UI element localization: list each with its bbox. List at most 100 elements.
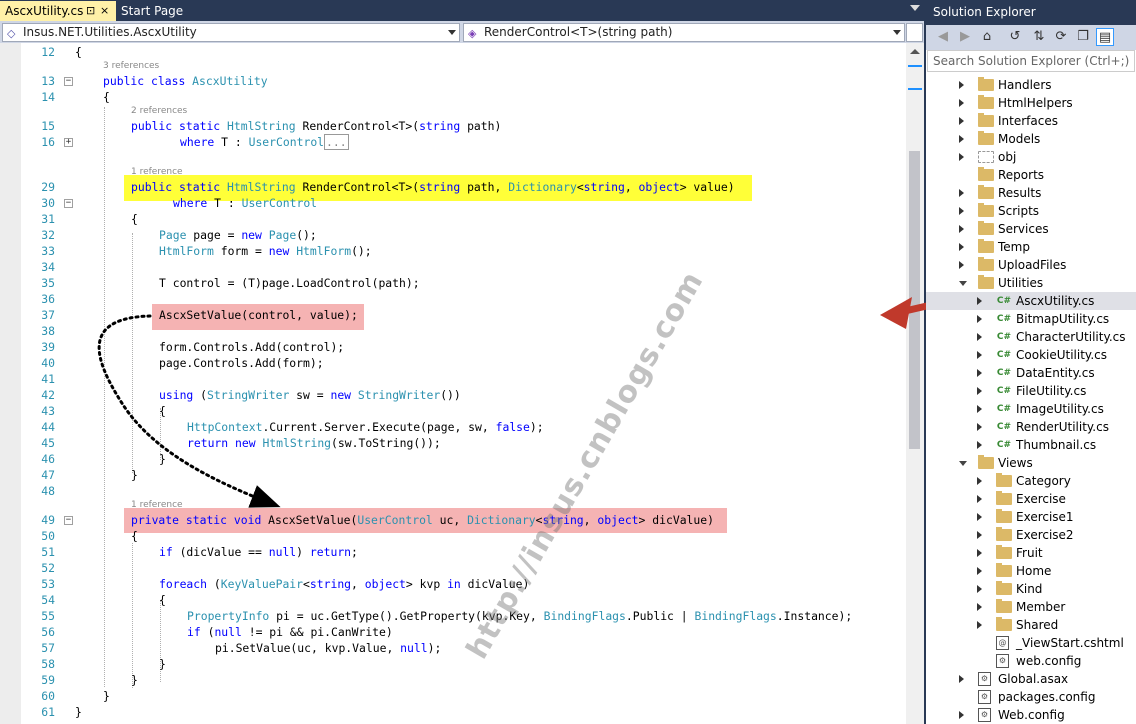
collapsed-arrow-icon[interactable] (977, 315, 982, 323)
show-all-files-icon[interactable]: ▤ (1096, 28, 1114, 46)
codelens-references[interactable]: 1 reference (131, 500, 183, 510)
collapsed-arrow-icon[interactable] (977, 369, 982, 377)
collapsed-arrow-icon[interactable] (959, 117, 964, 125)
forward-icon[interactable]: ▶ (956, 28, 974, 46)
tree-item-thumbnail-cs[interactable]: C# Thumbnail.cs (926, 436, 1136, 454)
collapsed-arrow-icon[interactable] (959, 135, 964, 143)
collapsed-arrow-icon[interactable] (959, 675, 964, 683)
pending-changes-icon[interactable]: ⇅ (1030, 28, 1048, 46)
tab-start-page[interactable]: Start Page (116, 1, 212, 21)
codelens-references[interactable]: 3 references (103, 61, 159, 71)
collapsed-arrow-icon[interactable] (959, 261, 964, 269)
tree-item-uploadfiles[interactable]: UploadFiles (926, 256, 1136, 274)
tree-item-interfaces[interactable]: Interfaces (926, 112, 1136, 130)
tree-item-ascxutility-cs[interactable]: C# AscxUtility.cs (926, 292, 1136, 310)
collapsed-arrow-icon[interactable] (959, 81, 964, 89)
close-icon[interactable]: × (100, 1, 109, 21)
collapse-toggle-icon[interactable]: − (64, 199, 73, 208)
tab-ascxutility[interactable]: AscxUtility.cs ⊡ × (0, 1, 116, 21)
tree-item-utilities[interactable]: Utilities (926, 274, 1136, 292)
collapsed-arrow-icon[interactable] (959, 243, 964, 251)
collapsed-arrow-icon[interactable] (959, 153, 964, 161)
tree-item-reports[interactable]: Reports (926, 166, 1136, 184)
history-icon[interactable]: ↺ (1006, 28, 1024, 46)
tree-item-web-config[interactable]: ⚙ Web.config (926, 706, 1136, 724)
tree-item-results[interactable]: Results (926, 184, 1136, 202)
tree-item-global-asax[interactable]: ⚙ Global.asax (926, 670, 1136, 688)
member-dropdown[interactable]: ◈ RenderControl<T>(string path) (463, 23, 905, 42)
collapsed-arrow-icon[interactable] (977, 333, 982, 341)
tree-item-packages-config[interactable]: ⚙ packages.config (926, 688, 1136, 706)
tree-item-member[interactable]: Member (926, 598, 1136, 616)
refresh-icon[interactable]: ⟳ (1052, 28, 1070, 46)
collapsed-arrow-icon[interactable] (977, 513, 982, 521)
tree-item-dataentity-cs[interactable]: C# DataEntity.cs (926, 364, 1136, 382)
collapsed-arrow-icon[interactable] (977, 549, 982, 557)
collapsed-arrow-icon[interactable] (977, 441, 982, 449)
tree-item-kind[interactable]: Kind (926, 580, 1136, 598)
tree-item-characterutility-cs[interactable]: C# CharacterUtility.cs (926, 328, 1136, 346)
tree-item-views[interactable]: Views (926, 454, 1136, 472)
tree-item-models[interactable]: Models (926, 130, 1136, 148)
split-button[interactable] (906, 23, 923, 42)
scrollbar-thumb[interactable] (909, 151, 920, 449)
tree-item-category[interactable]: Category (926, 472, 1136, 490)
tree-item-viewstart-cshtml[interactable]: @ _ViewStart.cshtml (926, 634, 1136, 652)
tree-item-temp[interactable]: Temp (926, 238, 1136, 256)
expanded-arrow-icon[interactable] (959, 461, 967, 466)
tree-item-scripts[interactable]: Scripts (926, 202, 1136, 220)
tree-item-handlers[interactable]: Handlers (926, 76, 1136, 94)
vertical-scrollbar[interactable] (906, 43, 924, 724)
code-area[interactable]: 12 13 14 15 16 29 30 31 32 33 34 35 36 3… (0, 43, 906, 724)
collapsed-arrow-icon[interactable] (959, 225, 964, 233)
tree-item-exercise[interactable]: Exercise (926, 490, 1136, 508)
project-dropdown[interactable]: ◇ Insus.NET.Utilities.AscxUtility (2, 23, 460, 42)
collapsed-arrow-icon[interactable] (977, 351, 982, 359)
collapsed-region[interactable]: ... (324, 134, 349, 150)
back-icon[interactable]: ◀ (934, 28, 952, 46)
collapsed-arrow-icon[interactable] (977, 531, 982, 539)
collapsed-arrow-icon[interactable] (977, 423, 982, 431)
expand-toggle-icon[interactable]: + (64, 138, 73, 147)
tree-item-web-config[interactable]: ⚙ web.config (926, 652, 1136, 670)
collapse-all-icon[interactable]: ❐ (1074, 28, 1092, 46)
tree-item-shared[interactable]: Shared (926, 616, 1136, 634)
collapse-toggle-icon[interactable]: − (64, 77, 73, 86)
collapsed-arrow-icon[interactable] (977, 297, 982, 305)
tree-item-bitmaputility-cs[interactable]: C# BitmapUtility.cs (926, 310, 1136, 328)
tree-item-htmlhelpers[interactable]: HtmlHelpers (926, 94, 1136, 112)
collapse-toggle-icon[interactable]: − (64, 516, 73, 525)
tree-item-fileutility-cs[interactable]: C# FileUtility.cs (926, 382, 1136, 400)
collapsed-arrow-icon[interactable] (977, 387, 982, 395)
collapsed-arrow-icon[interactable] (977, 585, 982, 593)
tree-item-exercise1[interactable]: Exercise1 (926, 508, 1136, 526)
collapsed-arrow-icon[interactable] (977, 603, 982, 611)
collapsed-arrow-icon[interactable] (959, 189, 964, 197)
tree-item-obj[interactable]: obj (926, 148, 1136, 166)
collapsed-arrow-icon[interactable] (977, 405, 982, 413)
solution-explorer-panel: Solution Explorer ◀ ▶ ⌂ ↺ ⇅ ⟳ ❐ ▤ Search… (926, 0, 1136, 724)
tree-item-home[interactable]: Home (926, 562, 1136, 580)
codelens-references[interactable]: 2 references (131, 106, 187, 116)
collapsed-arrow-icon[interactable] (977, 477, 982, 485)
collapsed-arrow-icon[interactable] (977, 567, 982, 575)
tree-item-fruit[interactable]: Fruit (926, 544, 1136, 562)
expanded-arrow-icon[interactable] (959, 281, 967, 286)
tab-dropdown-icon[interactable] (910, 5, 920, 11)
tree-item-imageutility-cs[interactable]: C# ImageUtility.cs (926, 400, 1136, 418)
home-icon[interactable]: ⌂ (978, 28, 996, 46)
code-editor[interactable]: AscxUtility.cs ⊡ × Start Page ◇ Insus.NE… (0, 0, 924, 724)
tree-item-renderutility-cs[interactable]: C# RenderUtility.cs (926, 418, 1136, 436)
collapsed-arrow-icon[interactable] (959, 207, 964, 215)
collapsed-arrow-icon[interactable] (977, 495, 982, 503)
scroll-up-icon[interactable] (910, 49, 920, 54)
collapsed-arrow-icon[interactable] (959, 711, 964, 719)
solution-search-input[interactable]: Search Solution Explorer (Ctrl+;) (927, 50, 1135, 72)
tree-item-cookieutility-cs[interactable]: C# CookieUtility.cs (926, 346, 1136, 364)
tree-item-services[interactable]: Services (926, 220, 1136, 238)
codelens-references[interactable]: 1 reference (131, 167, 183, 177)
pin-icon[interactable]: ⊡ (86, 1, 95, 21)
collapsed-arrow-icon[interactable] (977, 621, 982, 629)
collapsed-arrow-icon[interactable] (959, 99, 964, 107)
tree-item-exercise2[interactable]: Exercise2 (926, 526, 1136, 544)
